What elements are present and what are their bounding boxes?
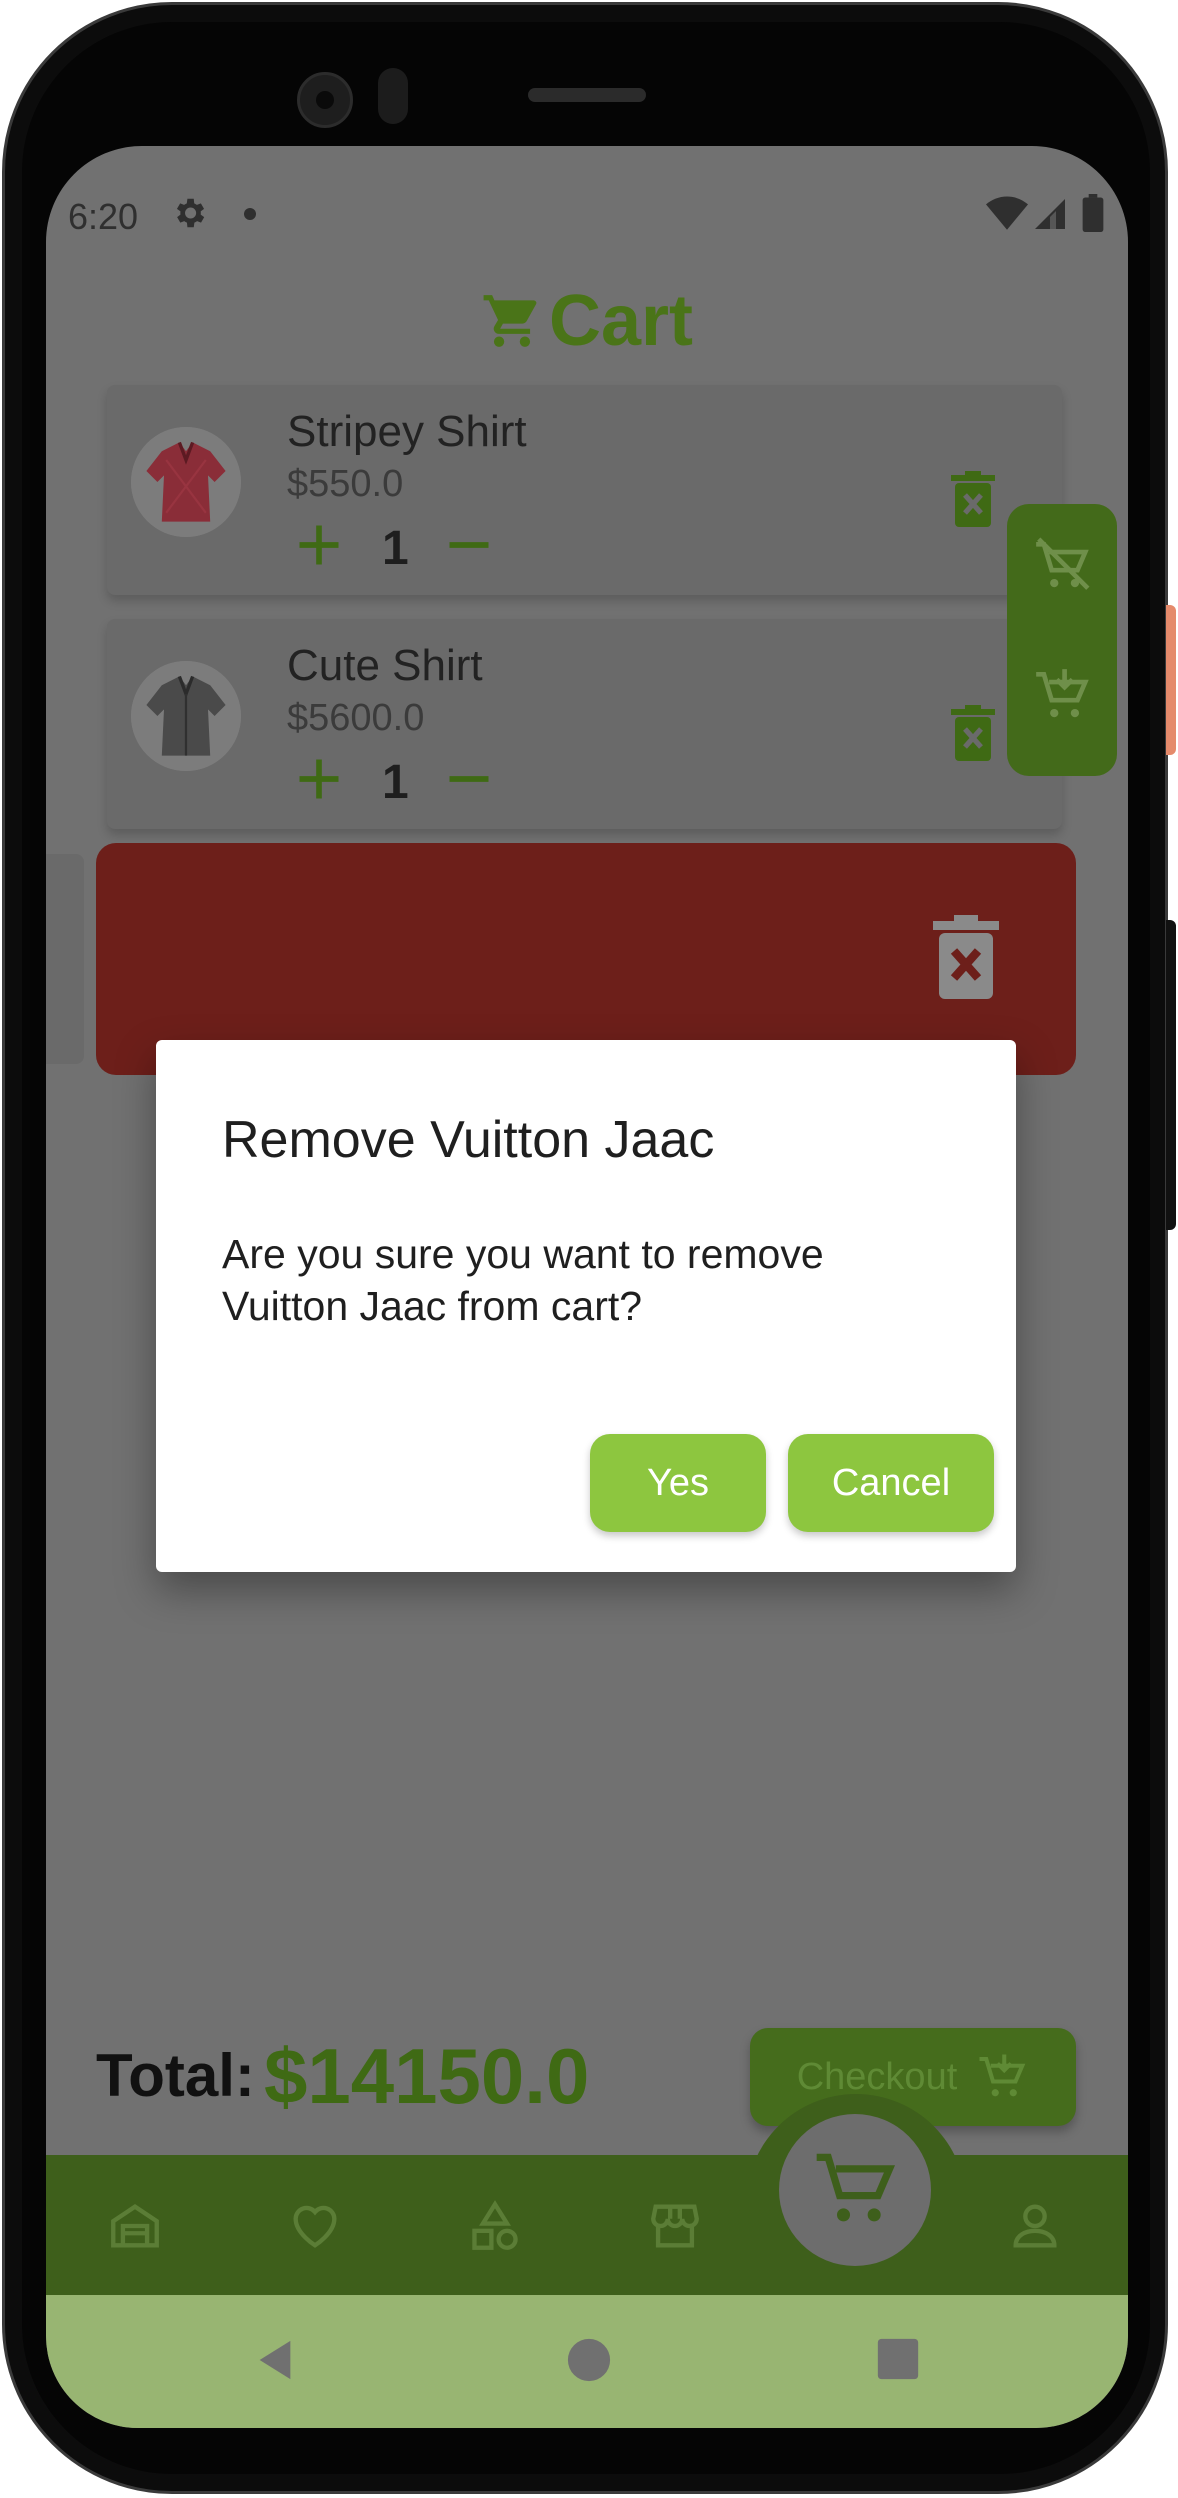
cart-actions-panel — [1007, 504, 1117, 776]
earpiece-speaker — [528, 88, 646, 102]
settings-gear-icon — [176, 198, 205, 228]
front-camera — [297, 72, 353, 128]
system-recents-icon[interactable] — [876, 2337, 920, 2381]
nav-profile-person-icon[interactable] — [1006, 2197, 1064, 2255]
system-back-icon[interactable] — [252, 2337, 298, 2383]
decrease-quantity-minus-icon[interactable] — [443, 753, 495, 805]
nav-cart-icon — [816, 2153, 896, 2222]
increase-quantity-plus-icon[interactable] — [293, 519, 345, 571]
item-price: $5600.0 — [287, 697, 425, 739]
volume-button — [1166, 920, 1176, 1230]
page-title: Cart — [548, 281, 694, 361]
confirm-yes-button[interactable]: Yes — [590, 1434, 766, 1532]
proximity-sensor — [378, 68, 408, 124]
wifi-icon — [986, 196, 1028, 230]
delete-item-trash-icon[interactable] — [951, 471, 995, 527]
swipe-delete-trash-icon — [933, 915, 999, 999]
cart-item-card[interactable]: Stripey Shirt $550.0 1 — [107, 385, 1062, 595]
remove-item-dialog: Remove Vuitton Jaac Are you sure you wan… — [156, 1040, 1016, 1572]
dialog-message: Are you sure you want to remove Vuitton … — [222, 1231, 824, 1329]
app-screen: 6:20 Cart Stripey Shirt $550.0 1 Cute Sh… — [46, 146, 1128, 2428]
bottom-navigation-bar — [46, 2155, 1128, 2295]
product-thumbnail — [131, 427, 241, 537]
status-bar: 6:20 — [46, 146, 1128, 266]
notification-dot-icon — [244, 208, 256, 220]
nav-store-icon[interactable] — [646, 2197, 704, 2255]
nav-home-icon[interactable] — [106, 2197, 164, 2255]
nav-favorites-heart-icon[interactable] — [286, 2197, 344, 2255]
system-home-icon[interactable] — [566, 2337, 612, 2383]
cell-signal-icon — [1035, 199, 1065, 229]
red-shirt-image — [131, 427, 241, 537]
product-thumbnail — [131, 661, 241, 771]
power-button — [1166, 605, 1176, 755]
nav-categories-shapes-icon[interactable] — [466, 2197, 524, 2255]
battery-icon — [1082, 194, 1104, 232]
page-header: Cart — [46, 276, 1128, 366]
total-label: Total: — [96, 2042, 255, 2109]
decrease-quantity-minus-icon[interactable] — [443, 519, 495, 571]
add-to-cart-icon[interactable] — [1031, 664, 1093, 726]
item-name: Cute Shirt — [287, 641, 483, 690]
swiped-item-edge — [46, 854, 84, 1064]
dialog-title: Remove Vuitton Jaac — [222, 1111, 715, 1169]
item-quantity: 1 — [382, 522, 409, 575]
item-quantity: 1 — [382, 756, 409, 809]
cart-item-card[interactable]: Cute Shirt $5600.0 1 — [107, 619, 1062, 829]
shopping-cart-icon — [483, 295, 537, 347]
system-navigation-bar — [46, 2295, 1128, 2428]
cancel-button[interactable]: Cancel — [788, 1434, 994, 1532]
checkout-cart-icon — [979, 2054, 1026, 2097]
total-value: $14150.0 — [264, 2032, 590, 2120]
checkout-label: Checkout — [796, 2055, 958, 2098]
delete-item-trash-icon[interactable] — [951, 705, 995, 761]
gray-shirt-image — [131, 661, 241, 771]
item-price: $550.0 — [287, 463, 404, 505]
clear-cart-icon[interactable] — [1031, 534, 1093, 596]
status-clock: 6:20 — [68, 196, 139, 237]
nav-cart-active-button[interactable] — [779, 2114, 931, 2266]
increase-quantity-plus-icon[interactable] — [293, 753, 345, 805]
item-name: Stripey Shirt — [287, 407, 527, 456]
